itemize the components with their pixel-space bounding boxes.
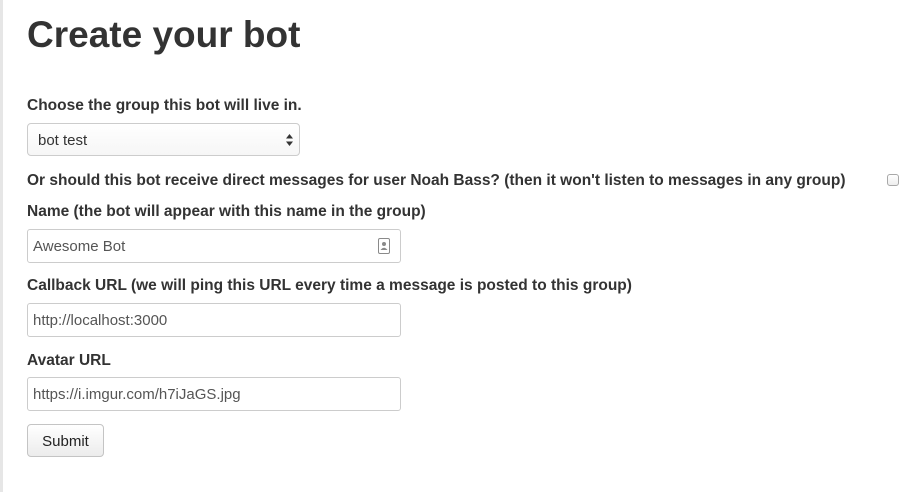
left-border [0, 0, 3, 492]
direct-messages-checkbox[interactable] [887, 174, 899, 186]
name-input-value: Awesome Bot [33, 238, 126, 255]
group-select[interactable]: bot test [27, 123, 300, 156]
callback-url-input[interactable]: http://localhost:3000 [27, 303, 401, 337]
contact-card-icon[interactable] [378, 238, 390, 254]
direct-messages-label: Or should this bot receive direct messag… [27, 172, 846, 189]
name-input[interactable]: Awesome Bot [27, 229, 401, 263]
name-label: Name (the bot will appear with this name… [27, 203, 426, 220]
page-title: Create your bot [27, 14, 301, 55]
avatar-url-label: Avatar URL [27, 352, 111, 369]
up-down-arrows-icon [285, 131, 294, 149]
group-select-value: bot test [38, 132, 88, 149]
submit-button[interactable]: Submit [27, 424, 104, 457]
callback-url-value: http://localhost:3000 [33, 312, 168, 329]
avatar-url-value: https://i.imgur.com/h7iJaGS.jpg [33, 386, 241, 403]
group-label: Choose the group this bot will live in. [27, 97, 302, 114]
callback-url-label: Callback URL (we will ping this URL ever… [27, 277, 632, 294]
avatar-url-input[interactable]: https://i.imgur.com/h7iJaGS.jpg [27, 377, 401, 411]
